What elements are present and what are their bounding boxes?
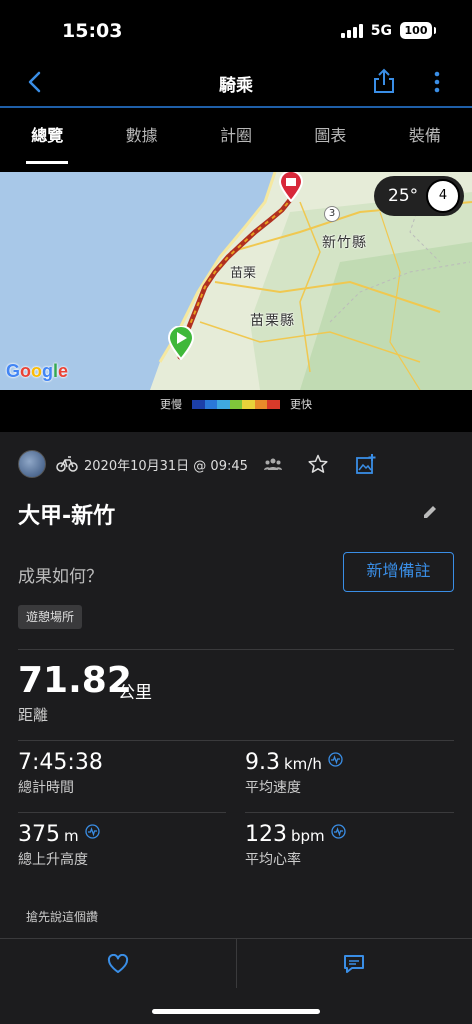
avg-hr-label: 平均心率 — [245, 852, 301, 868]
google-logo: Google — [6, 361, 69, 381]
network-type: 5G — [370, 22, 392, 39]
weather-pill: 25° 4 — [374, 176, 464, 216]
avg-speed-value: 9.3 — [245, 750, 280, 775]
total-time-value: 7:45:38 — [18, 750, 103, 775]
home-area — [0, 988, 472, 1024]
start-marker-icon — [168, 326, 194, 360]
activity-tag[interactable]: 遊憩場所 — [18, 605, 83, 629]
total-time-label: 總計時間 — [18, 780, 74, 796]
elevation-gain-unit: m — [64, 827, 79, 845]
elevation-gain-label: 總上升高度 — [18, 852, 88, 868]
avg-speed-unit: km/h — [284, 755, 322, 773]
map-label-miaoli-city: 苗栗 — [230, 266, 257, 281]
share-icon[interactable] — [372, 68, 396, 94]
group-icon — [263, 458, 282, 470]
weather-temp: 25° — [388, 186, 419, 206]
legend-faster-label: 更快 — [290, 398, 312, 411]
activity-meta-row: 2020年10月31日 @ 09:45 — [18, 450, 454, 478]
avg-speed-label: 平均速度 — [245, 780, 301, 796]
home-indicator[interactable] — [152, 1009, 320, 1014]
road-number-badge: 3 — [324, 206, 340, 222]
avatar[interactable] — [18, 450, 46, 478]
page-title: 騎乘 — [219, 76, 253, 96]
tab-charts[interactable]: 圖表 — [283, 110, 377, 164]
tab-overview[interactable]: 總覽 — [0, 110, 94, 164]
legend-slower-label: 更慢 — [160, 398, 182, 411]
like-button[interactable] — [0, 939, 236, 988]
divider — [18, 812, 226, 813]
heart-icon — [107, 953, 128, 973]
add-photo-icon[interactable] — [356, 454, 376, 474]
distance-unit: 公里 — [118, 683, 152, 703]
stat-avg-hr: 123 bpm 平均心率 — [245, 822, 346, 869]
divider — [18, 649, 454, 650]
stat-total-time: 7:45:38 總計時間 — [18, 750, 103, 797]
signal-icon — [340, 23, 363, 38]
distance-value: 71.82 — [18, 660, 132, 701]
stat-elevation-gain: 375 m 總上升高度 — [18, 822, 100, 869]
comment-button[interactable] — [235, 939, 472, 988]
status-indicators: 5G 100 — [340, 22, 436, 39]
activity-date: 2020年10月31日 @ 09:45 — [84, 458, 248, 474]
status-bar: 15:03 5G 100 — [0, 0, 472, 58]
pulse-icon[interactable] — [331, 824, 346, 839]
divider — [245, 812, 454, 813]
activity-title: 大甲-新竹 — [18, 504, 116, 529]
battery-icon: 100 — [400, 22, 436, 39]
map-label-hsinchu-county: 新竹縣 — [322, 235, 367, 251]
pulse-icon[interactable] — [84, 824, 100, 839]
distance-label: 距離 — [18, 706, 49, 724]
status-time: 15:03 — [62, 20, 123, 42]
legend-gradient — [192, 399, 281, 409]
stat-avg-speed: 9.3 km/h 平均速度 — [245, 750, 343, 797]
tab-gear[interactable]: 裝備 — [378, 110, 472, 164]
finish-marker-icon — [279, 172, 303, 202]
add-note-button[interactable]: 新增備註 — [343, 552, 454, 592]
bottom-action-bar — [0, 938, 472, 988]
tab-laps[interactable]: 計圈 — [189, 110, 283, 164]
bike-icon — [56, 456, 78, 472]
comment-icon — [344, 954, 365, 973]
wind-badge: 4 — [426, 179, 460, 213]
tab-bar: 總覽 數據 計圈 圖表 裝備 — [0, 110, 472, 164]
star-icon[interactable] — [308, 454, 328, 474]
avg-hr-value: 123 — [245, 822, 287, 847]
edit-icon[interactable] — [422, 504, 438, 520]
activity-card: 2020年10月31日 @ 09:45 大甲-新竹 成果如何？ 新增備註 遊憩場… — [0, 432, 472, 938]
feedback-question: 成果如何？ — [18, 567, 103, 587]
speed-legend: 更慢 更快 — [0, 394, 472, 414]
divider — [18, 740, 454, 741]
avg-hr-unit: bpm — [291, 827, 325, 845]
first-like-prompt: 搶先說這個讚 — [26, 910, 99, 924]
tab-data[interactable]: 數據 — [94, 110, 188, 164]
more-icon[interactable] — [430, 70, 444, 94]
elevation-gain-value: 375 — [18, 822, 60, 847]
map-label-miaoli-county: 苗栗縣 — [250, 313, 295, 329]
pulse-icon[interactable] — [328, 752, 343, 767]
nav-bar: 騎乘 — [0, 58, 472, 108]
